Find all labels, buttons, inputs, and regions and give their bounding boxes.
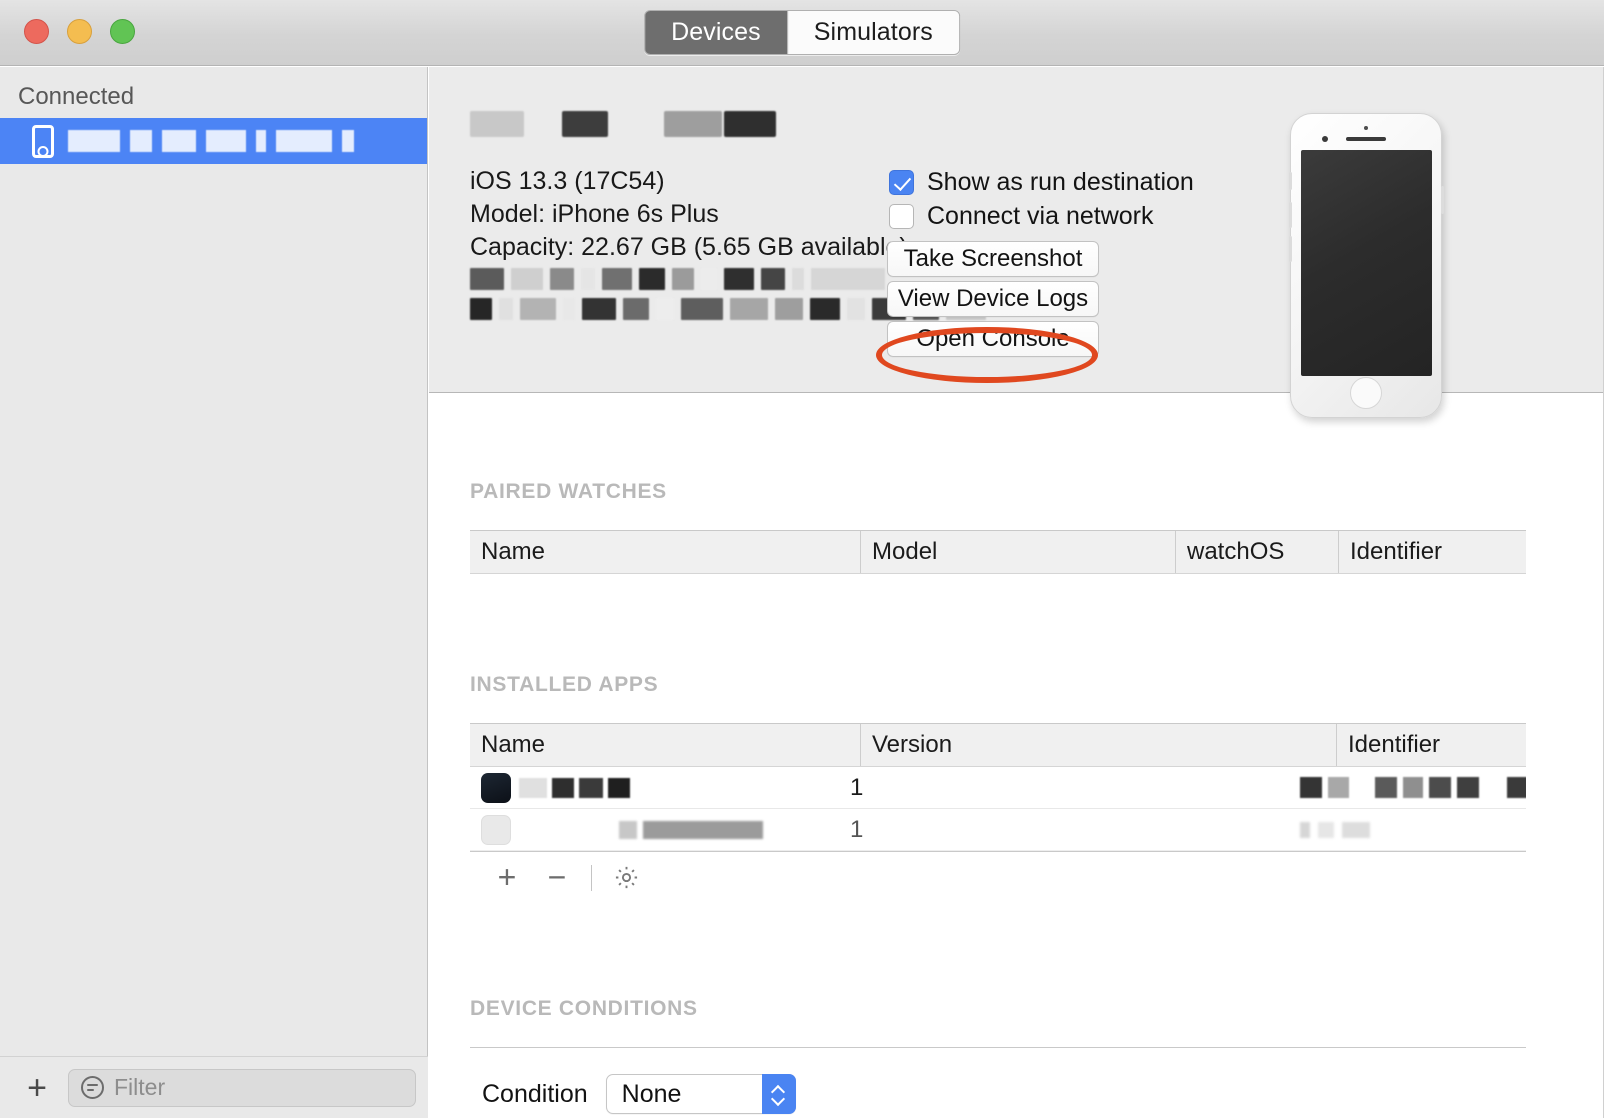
column-header-identifier[interactable]: Identifier — [1336, 724, 1526, 766]
sidebar-bottom-bar: + Filter — [0, 1056, 428, 1118]
main-panel: iOS 13.3 (17C54) Model: iPhone 6s Plus C… — [429, 67, 1604, 1118]
traffic-lights — [24, 19, 135, 44]
tab-simulators[interactable]: Simulators — [786, 11, 959, 54]
device-options: Show as run destination Connect via netw… — [889, 165, 1194, 233]
device-name-title — [470, 103, 776, 142]
filter-placeholder: Filter — [114, 1074, 166, 1100]
option-connect-via-network[interactable]: Connect via network — [889, 199, 1194, 233]
device-conditions-title: DEVICE CONDITIONS — [470, 997, 698, 1020]
gear-icon — [613, 864, 640, 891]
filter-icon — [81, 1076, 104, 1099]
app-version-cell: 1 — [850, 815, 864, 843]
app-icon — [481, 772, 511, 803]
column-header-name[interactable]: Name — [470, 724, 860, 766]
app-version-cell: 1 — [850, 773, 864, 801]
installed-apps-toolbar: + − — [470, 851, 1526, 903]
checkbox-show-as-run-destination[interactable] — [889, 169, 914, 195]
installed-apps-header-row: Name Version Identifier — [470, 724, 1526, 767]
sidebar-item-label-redacted — [68, 130, 354, 152]
app-settings-button[interactable] — [601, 852, 651, 904]
device-conditions-section: DEVICE CONDITIONS Condition None — [470, 997, 1526, 1114]
proximity-sensor-icon — [1364, 126, 1368, 130]
minimize-button-icon[interactable] — [67, 19, 92, 44]
view-device-logs-button[interactable]: View Device Logs — [887, 281, 1099, 317]
paired-watches-table: Name Model watchOS Identifier — [470, 530, 1526, 574]
column-header-version[interactable]: Version — [860, 724, 1336, 766]
zoom-button-icon[interactable] — [110, 19, 135, 44]
title-bar: Devices Simulators — [0, 0, 1604, 66]
chevron-updown-icon[interactable] — [761, 1074, 796, 1114]
device-action-buttons: Take Screenshot View Device Logs Open Co… — [887, 241, 1099, 357]
take-screenshot-button[interactable]: Take Screenshot — [887, 241, 1099, 277]
devices-simulators-segmented-control[interactable]: Devices Simulators — [644, 10, 960, 55]
xcode-devices-window: Devices Simulators Connected + Filter iO… — [0, 0, 1604, 1118]
add-app-button[interactable]: + — [482, 852, 532, 904]
earpiece-speaker-icon — [1346, 137, 1386, 141]
home-button-icon — [1350, 377, 1382, 409]
checkbox-connect-via-network[interactable] — [889, 203, 914, 229]
option-label: Show as run destination — [927, 167, 1194, 196]
sidebar: Connected + Filter — [0, 67, 428, 1118]
installed-apps-section: INSTALLED APPS Name Version Identifier 1… — [470, 673, 1526, 903]
paired-watches-section: PAIRED WATCHES Name Model watchOS Identi… — [470, 480, 1526, 574]
app-icon — [481, 814, 511, 845]
device-header: iOS 13.3 (17C54) Model: iPhone 6s Plus C… — [429, 67, 1604, 418]
add-device-button[interactable]: + — [20, 1071, 54, 1105]
option-label: Connect via network — [927, 201, 1154, 230]
remove-app-button[interactable]: − — [532, 852, 582, 904]
iphone-illustration — [1288, 113, 1444, 418]
column-header-identifier[interactable]: Identifier — [1338, 531, 1526, 573]
app-name-cell — [470, 767, 839, 808]
sidebar-item-device[interactable] — [0, 118, 427, 164]
device-screen — [1301, 150, 1432, 376]
toolbar-divider — [591, 864, 592, 891]
front-camera-icon — [1322, 136, 1328, 142]
close-button-icon[interactable] — [24, 19, 49, 44]
condition-value: None — [621, 1079, 682, 1108]
device-conditions-divider — [470, 1047, 1526, 1048]
table-row[interactable]: 1 — [470, 767, 1526, 809]
condition-row: Condition None — [470, 1074, 1526, 1114]
condition-label: Condition — [482, 1079, 588, 1108]
paired-watches-title: PAIRED WATCHES — [470, 480, 667, 503]
open-console-button[interactable]: Open Console — [887, 321, 1099, 357]
column-header-model[interactable]: Model — [860, 531, 1175, 573]
option-show-as-run-destination[interactable]: Show as run destination — [889, 165, 1194, 199]
installed-apps-title: INSTALLED APPS — [470, 673, 659, 696]
condition-popup-button[interactable]: None — [605, 1074, 796, 1114]
tab-devices[interactable]: Devices — [645, 11, 787, 54]
sidebar-filter-field[interactable]: Filter — [68, 1068, 416, 1107]
device-name-redacted — [470, 103, 776, 141]
installed-apps-table: Name Version Identifier 1 1 — [470, 723, 1526, 851]
column-header-name[interactable]: Name — [470, 531, 860, 573]
app-identifier-cell — [1289, 767, 1526, 808]
iphone-icon — [32, 124, 54, 158]
column-header-watchos[interactable]: watchOS — [1175, 531, 1338, 573]
table-row[interactable]: 1 — [470, 809, 1526, 851]
app-name-cell — [470, 809, 839, 850]
paired-watches-header-row: Name Model watchOS Identifier — [470, 531, 1526, 574]
app-identifier-cell — [1289, 809, 1526, 850]
sidebar-section-connected: Connected — [18, 83, 135, 110]
